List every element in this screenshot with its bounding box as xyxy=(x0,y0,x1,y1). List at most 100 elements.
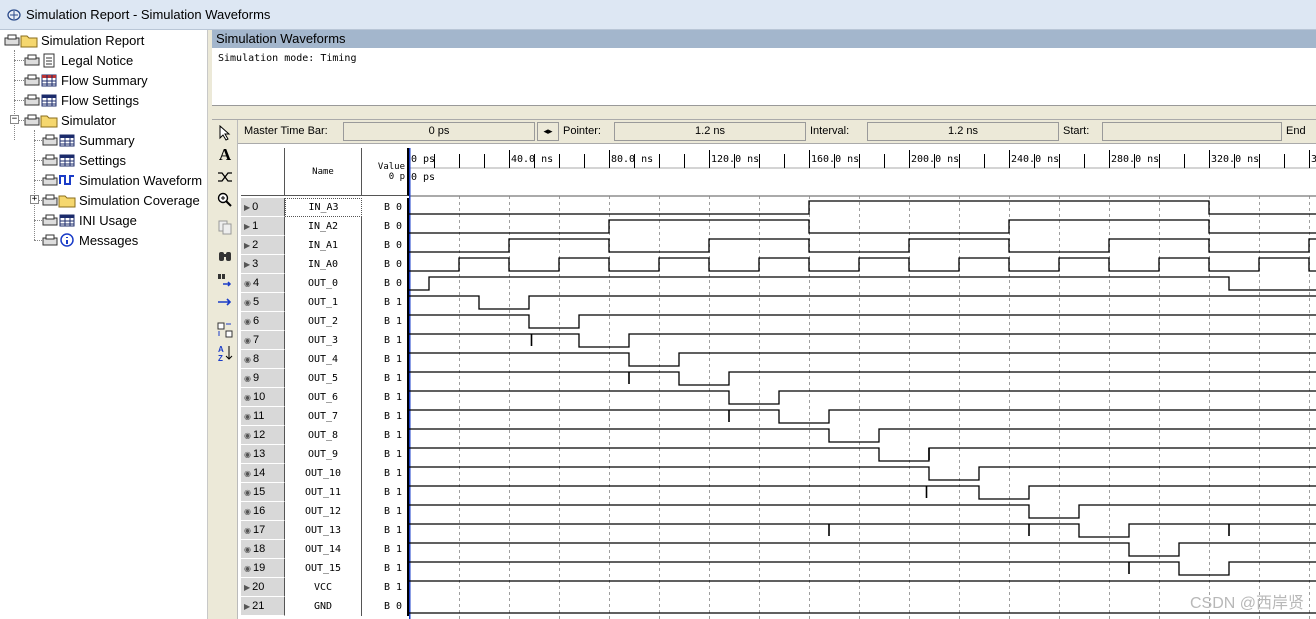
signal-name: OUT_7 xyxy=(285,407,362,426)
signal-row[interactable]: ▶ 20 VCC B 1 xyxy=(241,578,409,597)
output-pin-icon: ◉ xyxy=(244,297,251,307)
table-icon xyxy=(24,94,57,107)
output-pin-icon: ◉ xyxy=(244,468,251,478)
tree-item-simulation-coverage[interactable]: Simulation Coverage xyxy=(42,190,200,210)
find-next-icon[interactable] xyxy=(215,270,235,290)
tree-item-summary[interactable]: Summary xyxy=(42,130,135,150)
tree-item-simulation-report[interactable]: Simulation Report xyxy=(4,30,144,50)
signal-row[interactable]: ▶ 2 IN_A1 B 0 xyxy=(241,236,409,255)
signal-row[interactable]: ◉ 5 OUT_1 B 1 xyxy=(241,293,409,312)
signal-name: OUT_15 xyxy=(285,559,362,578)
value-column-header[interactable]: Value 0 p xyxy=(362,148,409,196)
signal-value: B 1 xyxy=(362,521,409,540)
signal-index-label: 17 xyxy=(252,524,266,536)
waveform-trace xyxy=(409,219,1316,234)
signal-index: ◉ 14 xyxy=(241,464,285,483)
input-pin-icon: ▶ xyxy=(244,202,251,212)
group-icon[interactable] xyxy=(215,320,235,340)
signal-row[interactable]: ◉ 17 OUT_13 B 1 xyxy=(241,521,409,540)
signal-name: OUT_3 xyxy=(285,331,362,350)
signal-row[interactable]: ◉ 14 OUT_10 B 1 xyxy=(241,464,409,483)
waveform-trace xyxy=(409,428,1316,443)
report-icon xyxy=(7,8,21,21)
signal-value: B 1 xyxy=(362,464,409,483)
signal-row[interactable]: ◉ 12 OUT_8 B 1 xyxy=(241,426,409,445)
pointer-label: Pointer: xyxy=(563,125,601,137)
start-field[interactable] xyxy=(1102,122,1282,141)
signal-name: OUT_5 xyxy=(285,369,362,388)
waveform-trace xyxy=(409,371,1316,386)
signal-index-label: 11 xyxy=(252,410,265,422)
signal-index-label: 10 xyxy=(252,391,266,403)
signal-index-label: 5 xyxy=(252,296,260,308)
master-time-bar-field[interactable]: 0 ps xyxy=(343,122,535,141)
signal-value: B 0 xyxy=(362,217,409,236)
signal-row[interactable]: ◉ 19 OUT_15 B 1 xyxy=(241,559,409,578)
waveform-trace xyxy=(409,542,1316,557)
signal-index-label: 1 xyxy=(252,220,259,232)
selection-tool-icon[interactable] xyxy=(215,123,235,143)
report-tree[interactable]: − + Simulation Report Legal Notice Flow … xyxy=(0,30,208,619)
waveform-trace xyxy=(409,276,1316,291)
waveform-trace xyxy=(409,409,1316,424)
signal-row[interactable]: ▶ 21 GND B 0 xyxy=(241,597,409,616)
text-tool-icon[interactable]: A xyxy=(215,145,235,165)
waveform-grid[interactable]: Name Value 0 p ▶ 0 IN_A3 B 0 ▶ 1 IN_A2 B 0 ▶ 2 IN_… xyxy=(241,148,1316,619)
signal-value: B 1 xyxy=(362,559,409,578)
waveform-canvas[interactable]: 0 ps 40.0 ns 80.0 ns 120.0 ns 160.0 ns 200.0 … xyxy=(409,148,1316,619)
tree-item-flow-summary[interactable]: Flow Summary xyxy=(24,70,148,90)
waveform-trace xyxy=(409,523,1316,538)
expand-coverage-icon[interactable]: + xyxy=(30,195,39,204)
signal-index-label: 7 xyxy=(252,334,260,346)
find-icon[interactable] xyxy=(215,246,235,266)
signal-row[interactable]: ◉ 18 OUT_14 B 1 xyxy=(241,540,409,559)
signal-index-label: 20 xyxy=(252,581,265,593)
tree-item-simulation-waveform[interactable]: Simulation Waveform xyxy=(42,170,202,190)
signal-row[interactable]: ◉ 9 OUT_5 B 1 xyxy=(241,369,409,388)
signal-row[interactable]: ◉ 4 OUT_0 B 0 xyxy=(241,274,409,293)
tree-item-settings[interactable]: Settings xyxy=(42,150,126,170)
collapse-simulator-icon[interactable]: − xyxy=(10,115,19,124)
signal-row[interactable]: ◉ 15 OUT_11 B 1 xyxy=(241,483,409,502)
tree-item-simulator[interactable]: Simulator xyxy=(24,110,116,130)
signal-index-label: 14 xyxy=(252,467,266,479)
signal-index-label: 4 xyxy=(252,277,260,289)
time-bar-spin-button[interactable]: ◂▸ xyxy=(537,122,559,141)
panel-divider[interactable] xyxy=(212,106,1316,120)
waveform-trace xyxy=(409,466,1316,481)
name-column-header[interactable]: Name xyxy=(285,148,362,196)
signal-index-label: 15 xyxy=(252,486,266,498)
time-axis-label: 40.0 ns xyxy=(511,154,553,165)
copy-icon[interactable] xyxy=(215,217,235,237)
signal-row[interactable]: ▶ 1 IN_A2 B 0 xyxy=(241,217,409,236)
signal-value: B 1 xyxy=(362,578,409,597)
tree-item-flow-settings[interactable]: Flow Settings xyxy=(24,90,139,110)
signal-row[interactable]: ◉ 10 OUT_6 B 1 xyxy=(241,388,409,407)
time-axis-label: 120.0 ns xyxy=(711,154,759,165)
next-transition-icon[interactable] xyxy=(215,292,235,312)
tree-item-ini-usage[interactable]: INI Usage xyxy=(42,210,137,230)
signal-value: B 1 xyxy=(362,426,409,445)
signal-row[interactable]: ◉ 16 OUT_12 B 1 xyxy=(241,502,409,521)
value-header-line1: Value xyxy=(377,161,405,172)
tree-item-legal-notice[interactable]: Legal Notice xyxy=(24,50,133,70)
signal-row[interactable]: ◉ 13 OUT_9 B 1 xyxy=(241,445,409,464)
signal-row[interactable]: ◉ 8 OUT_4 B 1 xyxy=(241,350,409,369)
output-pin-icon: ◉ xyxy=(244,506,251,516)
signal-index: ▶ 1 xyxy=(241,217,285,236)
signal-row[interactable]: ◉ 7 OUT_3 B 1 xyxy=(241,331,409,350)
sort-az-icon[interactable]: AZ xyxy=(215,343,235,363)
waveform-edit-icon[interactable] xyxy=(215,167,235,187)
index-column-header xyxy=(241,148,285,196)
signal-row[interactable]: ▶ 3 IN_A0 B 0 xyxy=(241,255,409,274)
signal-index: ◉ 13 xyxy=(241,445,285,464)
signal-index: ▶ 2 xyxy=(241,236,285,255)
signal-row[interactable]: ◉ 11 OUT_7 B 1 xyxy=(241,407,409,426)
signal-row[interactable]: ▶ 0 IN_A3 B 0 xyxy=(241,198,409,217)
signal-row[interactable]: ◉ 6 OUT_2 B 1 xyxy=(241,312,409,331)
waveform-trace xyxy=(409,295,1316,310)
tree-item-messages[interactable]: Messages xyxy=(42,230,138,250)
zoom-tool-icon[interactable] xyxy=(215,190,235,210)
signal-index: ◉ 19 xyxy=(241,559,285,578)
end-label: End xyxy=(1286,125,1306,137)
